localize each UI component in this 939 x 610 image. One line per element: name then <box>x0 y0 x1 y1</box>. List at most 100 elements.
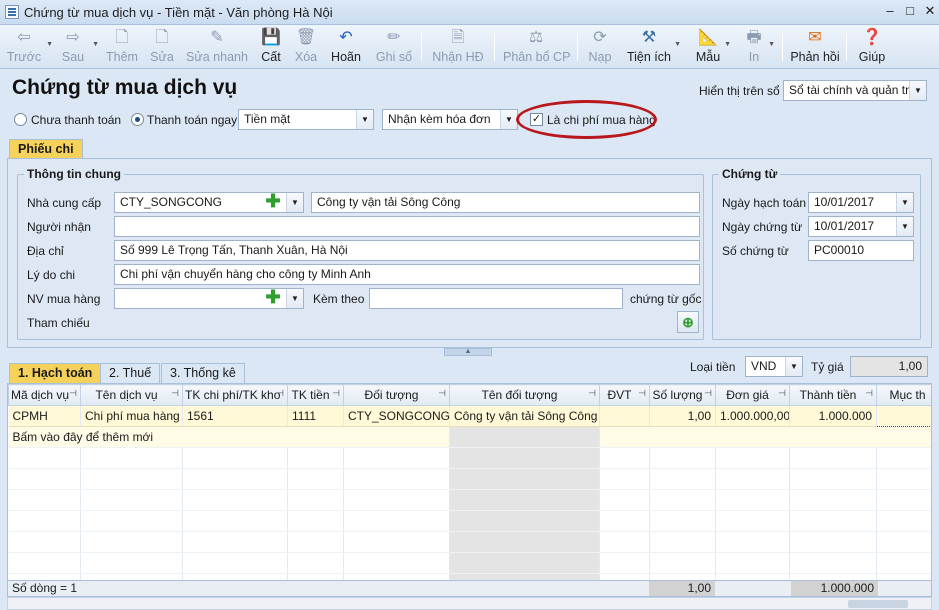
table-cell[interactable]: CPMH <box>8 405 81 427</box>
voucher-date-field[interactable]: 10/01/2017 ▼ <box>808 216 914 237</box>
column-header[interactable]: TK tiền ⊣ <box>287 384 344 406</box>
table-cell[interactable]: 1.000.000,00 <box>715 405 790 427</box>
show-on-book-select[interactable]: Sổ tài chính và quản trị ▼ <box>783 80 927 101</box>
feedback-button[interactable]: ✉ Phản hồi <box>790 27 840 67</box>
add-button[interactable]: 🗋 Thêm <box>104 27 140 67</box>
row-count: Số dòng = 1 <box>12 581 78 595</box>
horizontal-scrollbar[interactable] <box>7 597 932 610</box>
table-cell[interactable]: 1111 <box>287 405 344 427</box>
voucher-panel: Thông tin chung Nhà cung cấp CTY_SONGCON… <box>7 158 932 348</box>
minimize-button[interactable]: – <box>880 3 900 21</box>
template-button[interactable]: 📐 Mẫu ▼ <box>694 27 731 67</box>
posting-date-label: Ngày hạch toán <box>722 196 807 210</box>
collapse-splitter[interactable]: ▲ <box>444 348 492 356</box>
column-header[interactable]: Đối tượng ⊣ <box>343 384 450 406</box>
general-info-group: Thông tin chung Nhà cung cấp CTY_SONGCON… <box>17 167 704 340</box>
column-header[interactable]: Mã dịch vụ ⊣ <box>8 384 81 406</box>
payment-method-select[interactable]: Tiền mặt ▼ <box>238 109 374 130</box>
print-button[interactable]: 🖶 In ▼ <box>742 27 775 67</box>
exchange-rate-field[interactable]: 1,00 <box>850 356 928 377</box>
posting-date-field[interactable]: 10/01/2017 ▼ <box>808 192 914 213</box>
delete-button[interactable]: 🗑 Xóa <box>292 27 320 67</box>
voucher-no-field[interactable]: PC00010 <box>808 240 914 261</box>
add-reference-icon[interactable]: ⊕ <box>677 311 699 333</box>
chevron-down-icon[interactable]: ▼ <box>909 81 926 100</box>
table-cell[interactable] <box>876 405 931 427</box>
load-button[interactable]: ⟳ Nạp <box>586 27 614 67</box>
table-cell[interactable]: 1.000.000 <box>789 405 877 427</box>
add-supplier-icon[interactable]: ✚ <box>264 192 282 211</box>
ruler-icon: 📐 <box>698 29 718 46</box>
reason-field[interactable]: Chi phí vận chuyển hàng cho công ty Minh… <box>114 264 700 285</box>
chevron-down-icon[interactable]: ▼ <box>896 217 913 236</box>
floppy-disk-icon: 💾 <box>261 29 281 46</box>
table-row[interactable]: CPMH Chi phí mua hàng 1561 1111 CTY_SONG… <box>8 405 931 427</box>
utilities-button[interactable]: ⚒ Tiện ích ▼ <box>626 27 681 67</box>
app-document-icon <box>5 5 19 19</box>
tab-accounting[interactable]: 1. Hạch toán <box>9 363 102 383</box>
table-cell[interactable]: Chi phí mua hàng <box>80 405 183 427</box>
table-cell[interactable]: 1,00 <box>649 405 716 427</box>
add-row-hint[interactable]: Bấm vào đây để thêm mới <box>8 426 450 448</box>
supplier-name-field[interactable]: Công ty vận tải Sông Công <box>311 192 700 213</box>
close-button[interactable]: ✕ <box>920 3 939 21</box>
receive-invoice-button[interactable]: 🗎 Nhận HĐ <box>430 27 486 67</box>
table-row <box>8 531 931 553</box>
tab-statistics[interactable]: 3. Thống kê <box>161 363 245 383</box>
column-header[interactable]: Mục th <box>876 384 931 406</box>
column-header[interactable]: ĐVT ⊣ <box>599 384 650 406</box>
invoice-option-select[interactable]: Nhận kèm hóa đơn ▼ <box>382 109 518 130</box>
attach-label: Kèm theo <box>313 292 365 306</box>
pin-icon: ⊣ <box>171 388 179 398</box>
pin-icon: ⊣ <box>588 388 596 398</box>
undo-button[interactable]: ↶ Hoãn <box>328 27 364 67</box>
chevron-down-icon[interactable]: ▼ <box>286 193 303 212</box>
scrollbar-thumb[interactable] <box>848 600 908 608</box>
pay-now-radio[interactable] <box>131 113 144 126</box>
voucher-no-label: Số chứng từ <box>722 244 789 258</box>
tab-payment-voucher[interactable]: Phiếu chi <box>9 139 83 159</box>
chevron-down-icon[interactable]: ▼ <box>286 289 303 308</box>
table-cell[interactable]: Công ty vận tải Sông Công <box>449 405 600 427</box>
chevron-down-icon[interactable]: ▼ <box>500 110 517 129</box>
save-button[interactable]: 💾 Cất <box>258 27 284 67</box>
total-amount: 1.000.000 <box>791 581 878 596</box>
back-button[interactable]: ⇦ Trước ▼ <box>4 27 53 67</box>
unpaid-radio[interactable] <box>14 113 27 126</box>
table-cell[interactable]: 1561 <box>182 405 288 427</box>
arrow-left-icon: ⇦ <box>17 29 31 46</box>
column-header[interactable]: Thành tiền ⊣ <box>789 384 877 406</box>
receiver-field[interactable] <box>114 216 700 237</box>
table-cell[interactable] <box>599 405 650 427</box>
column-header[interactable]: TK chi phí/TK kho ⊣ <box>182 384 288 406</box>
attach-field[interactable] <box>369 288 623 309</box>
next-button[interactable]: ⇨ Sau ▼ <box>56 27 99 67</box>
help-button[interactable]: ❓ Giúp <box>856 27 888 67</box>
address-label: Địa chỉ <box>27 244 64 258</box>
column-header[interactable]: Tên đối tượng ⊣ <box>449 384 600 406</box>
table-cell[interactable]: CTY_SONGCONG <box>343 405 450 427</box>
pin-icon: ⊣ <box>638 388 646 398</box>
edit-button[interactable]: 🗋 Sửa <box>148 27 176 67</box>
quick-edit-button[interactable]: ✎ Sửa nhanh <box>186 27 248 67</box>
address-field[interactable]: Số 999 Lê Trọng Tấn, Thanh Xuân, Hà Nội <box>114 240 700 261</box>
column-header[interactable]: Đơn giá ⊣ <box>715 384 790 406</box>
allocate-cost-button[interactable]: ⚖ Phân bổ CP <box>503 27 570 67</box>
chevron-down-icon[interactable]: ▼ <box>356 110 373 129</box>
reference-label: Tham chiếu <box>27 316 90 330</box>
add-buyer-icon[interactable]: ✚ <box>264 288 282 307</box>
show-on-book-label: Hiển thị trên sổ <box>699 84 780 98</box>
column-header[interactable]: Tên dịch vụ ⊣ <box>80 384 183 406</box>
maximize-button[interactable]: □ <box>900 3 920 21</box>
currency-select[interactable]: VND ▼ <box>745 356 803 377</box>
accounting-grid: Mã dịch vụ ⊣ Tên dịch vụ ⊣ TK chi phí/TK k… <box>7 383 932 595</box>
chevron-down-icon: ▼ <box>674 41 681 48</box>
chevron-down-icon[interactable]: ▼ <box>896 193 913 212</box>
chevron-down-icon[interactable]: ▼ <box>785 357 802 376</box>
post-button[interactable]: ✏ Ghi sổ <box>374 27 414 67</box>
column-header[interactable]: Số lượng ⊣ <box>649 384 716 406</box>
table-row <box>8 510 931 532</box>
add-row[interactable]: Bấm vào đây để thêm mới <box>8 426 931 448</box>
table-row <box>8 552 931 574</box>
tab-tax[interactable]: 2. Thuế <box>100 363 161 383</box>
